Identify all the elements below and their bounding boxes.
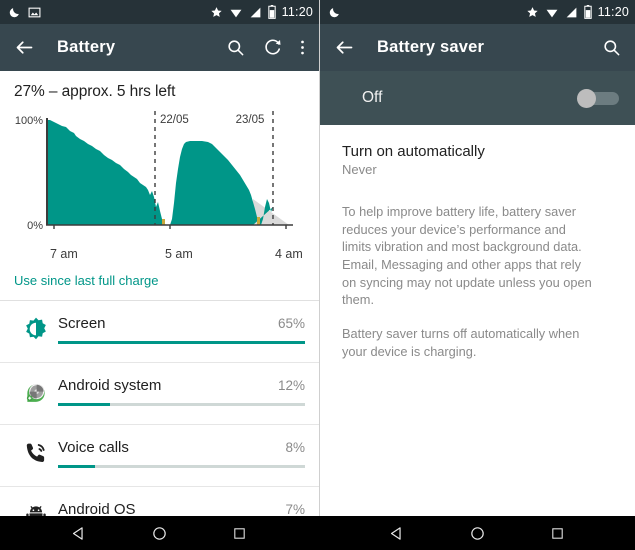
battery-saver-switch[interactable] (575, 89, 619, 108)
phone-call-icon (14, 439, 58, 466)
battery-icon (267, 5, 276, 19)
back-arrow-icon[interactable] (14, 37, 35, 58)
android-navigation-bar (0, 516, 635, 550)
status-bar-clock: 11:20 (597, 5, 629, 19)
use-since-last-full-charge-row[interactable]: Use since last full charge (0, 268, 319, 300)
back-triangle-icon[interactable] (70, 525, 87, 542)
page-title: Battery saver (377, 38, 485, 56)
status-bar-left: 11:20 (0, 0, 319, 24)
nav-bar-right (318, 516, 635, 550)
search-icon[interactable] (226, 38, 245, 57)
battery-usage-list: Screen 65% Android system 12% Voice call… (0, 301, 319, 549)
chart-svg: 100% 0% 22/05 23/05 (15, 111, 293, 232)
chart-y-label-bottom: 0% (27, 220, 43, 232)
list-item-percent: 7% (285, 502, 305, 517)
setting-value: Never (342, 162, 377, 177)
battery-panel: 11:20 Battery 27% – approx. 5 hrs left 1… (0, 0, 320, 550)
android-system-icon (14, 377, 58, 404)
usage-progress-track (58, 465, 305, 468)
page-title: Battery (57, 38, 116, 56)
chart-x-label-2: 5 am (165, 247, 193, 261)
chart-low-marker-1 (162, 219, 165, 225)
setting-title: Turn on automatically (342, 143, 485, 160)
chart-x-axis-labels: 7 am 5 am 4 am (20, 247, 319, 265)
refresh-icon[interactable] (263, 38, 282, 57)
dual-screenshot-container: 11:20 Battery 27% – approx. 5 hrs left 1… (0, 0, 635, 550)
back-arrow-icon[interactable] (334, 37, 355, 58)
chart-day-label-1: 22/05 (160, 114, 189, 126)
battery-history-chart: 100% 0% 22/05 23/05 7 am 5 am 4 am (0, 103, 319, 268)
battery-icon (583, 5, 592, 19)
nav-bar-left (0, 516, 318, 550)
list-item-percent: 8% (285, 440, 305, 455)
chart-battery-area (47, 120, 273, 225)
list-item-label: Screen (58, 315, 106, 332)
chart-low-marker-2 (257, 217, 260, 225)
do-not-disturb-moon-icon (328, 6, 341, 19)
home-circle-icon[interactable] (151, 525, 168, 542)
recents-square-icon[interactable] (550, 526, 565, 541)
signal-icon (565, 6, 578, 19)
battery-saver-state-label: Off (362, 89, 383, 106)
screenshot-image-icon (28, 6, 41, 19)
back-triangle-icon[interactable] (388, 525, 405, 542)
battery-saver-description-1: To help improve battery life, battery sa… (342, 204, 592, 308)
use-since-last-full-charge-link[interactable]: Use since last full charge (14, 273, 159, 288)
switch-thumb (577, 89, 596, 108)
status-bar-right: 11:20 (320, 0, 635, 24)
turn-on-automatically-setting[interactable]: Turn on automatically Never (320, 125, 635, 177)
chart-x-label-3: 4 am (275, 247, 303, 261)
overflow-menu-icon[interactable] (300, 38, 305, 57)
star-icon (210, 6, 223, 19)
usage-progress-fill (58, 341, 305, 344)
battery-app-bar: Battery (0, 24, 319, 71)
list-item-label: Android system (58, 377, 162, 394)
list-item-voice-calls[interactable]: Voice calls 8% (0, 425, 319, 487)
list-item-percent: 65% (277, 316, 305, 331)
chart-x-label-1: 7 am (50, 247, 78, 261)
battery-saver-toggle-row[interactable]: Off (320, 71, 635, 125)
list-item-screen[interactable]: Screen 65% (0, 301, 319, 363)
chart-day-label-2: 23/05 (236, 114, 265, 126)
list-item-android-system[interactable]: Android system 12% (0, 363, 319, 425)
usage-progress-fill (58, 403, 110, 406)
list-item-percent: 12% (277, 378, 305, 393)
chart-y-label-top: 100% (15, 115, 43, 127)
do-not-disturb-moon-icon (8, 6, 21, 19)
signal-icon (249, 6, 262, 19)
home-circle-icon[interactable] (469, 525, 486, 542)
status-bar-clock: 11:20 (281, 5, 313, 19)
usage-progress-track (58, 403, 305, 406)
recents-square-icon[interactable] (232, 526, 247, 541)
battery-saver-app-bar: Battery saver (320, 24, 635, 71)
search-icon[interactable] (602, 38, 621, 57)
brightness-icon (14, 315, 58, 342)
star-icon (526, 6, 539, 19)
battery-saver-panel: 11:20 Battery saver Off Turn on automati… (320, 0, 635, 550)
usage-progress-fill (58, 465, 96, 468)
usage-progress-track (58, 341, 305, 344)
wifi-icon (545, 6, 559, 19)
wifi-icon (229, 6, 243, 19)
list-item-label: Voice calls (58, 439, 129, 456)
battery-summary-text: 27% – approx. 5 hrs left (14, 83, 176, 100)
battery-saver-description-2: Battery saver turns off automatically wh… (342, 325, 580, 359)
